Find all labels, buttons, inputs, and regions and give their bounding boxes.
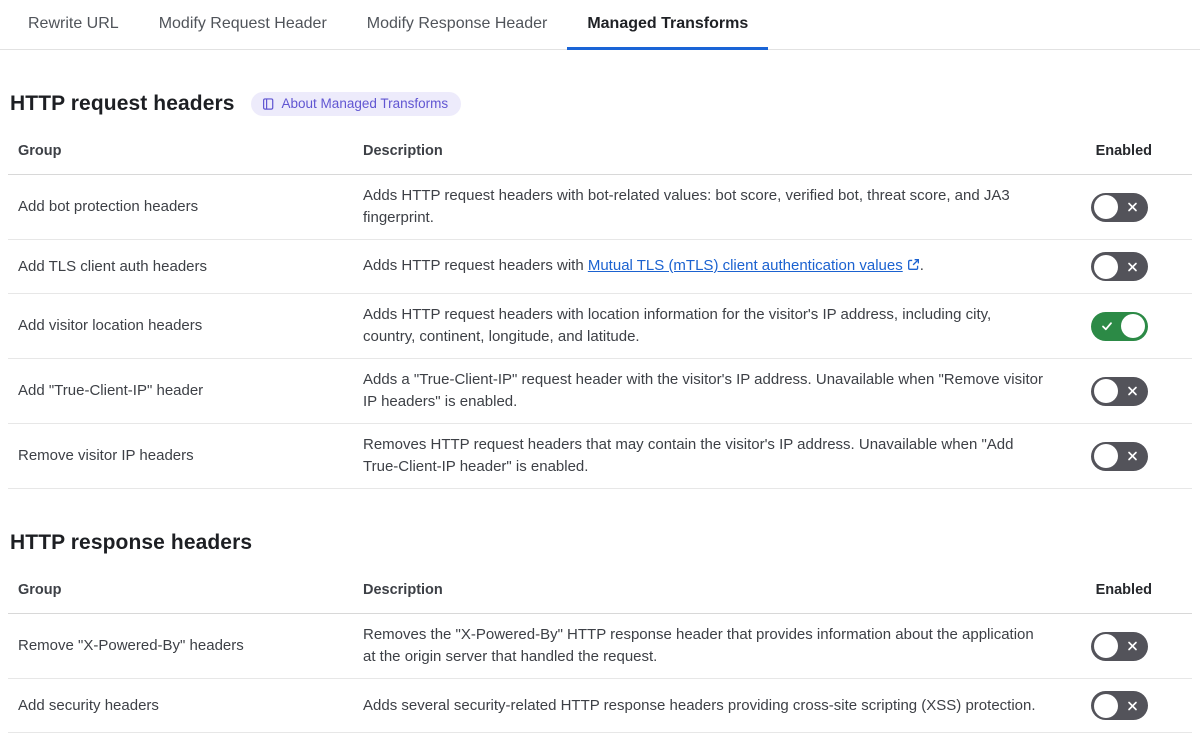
group-cell: Add TLS client auth headers — [18, 257, 208, 275]
toggle-add-tls-client-auth-headers[interactable] — [1091, 252, 1148, 281]
about-managed-transforms-link[interactable]: About Managed Transforms — [250, 92, 462, 116]
description-cell: Adds HTTP request headers with Mutual TL… — [363, 245, 1043, 288]
table-row: Add security headers Adds several securi… — [8, 679, 1192, 733]
group-cell: Add "True-Client-IP" header — [18, 382, 204, 399]
description-cell: Adds HTTP request headers with bot-relat… — [363, 187, 1010, 226]
x-icon — [1127, 451, 1138, 462]
toggle-add-visitor-location-headers[interactable] — [1091, 311, 1148, 341]
table-row: Add "True-Client-IP" header Adds a "True… — [8, 359, 1192, 424]
response-headers-table: Group Description Enabled Remove "X-Powe… — [8, 573, 1192, 733]
tab-modify-request-header[interactable]: Modify Request Header — [139, 0, 347, 50]
toggle-remove-x-powered-by-headers[interactable] — [1091, 631, 1148, 661]
x-icon — [1127, 386, 1138, 397]
table-row: Remove "X-Powered-By" headers Removes th… — [8, 614, 1192, 679]
book-icon — [261, 97, 275, 111]
table-header-row: Group Description Enabled — [8, 134, 1192, 175]
toggle-knob — [1094, 254, 1118, 279]
column-header-description: Description — [363, 143, 443, 159]
column-header-enabled: Enabled — [1095, 143, 1152, 159]
group-cell: Add bot protection headers — [18, 198, 199, 215]
check-icon — [1101, 320, 1113, 332]
toggle-knob — [1094, 693, 1118, 718]
description-cell: Removes the "X-Powered-By" HTTP response… — [363, 626, 1034, 665]
response-section-header: HTTP response headers — [8, 531, 1192, 555]
tab-rewrite-url[interactable]: Rewrite URL — [8, 0, 139, 50]
toggle-add-bot-protection-headers[interactable] — [1091, 192, 1148, 222]
column-header-group: Group — [18, 582, 62, 598]
tab-modify-response-header[interactable]: Modify Response Header — [347, 0, 568, 50]
request-section-title: HTTP request headers — [10, 92, 235, 115]
toggle-add-security-headers[interactable] — [1091, 691, 1148, 720]
group-cell: Add security headers — [18, 696, 159, 714]
external-link-icon — [907, 256, 920, 278]
tab-managed-transforms[interactable]: Managed Transforms — [567, 0, 769, 50]
tab-bar: Rewrite URL Modify Request Header Modify… — [0, 0, 1200, 50]
about-badge-label: About Managed Transforms — [281, 96, 449, 112]
toggle-remove-visitor-ip-headers[interactable] — [1091, 441, 1148, 471]
table-row: Remove visitor IP headers Removes HTTP r… — [8, 424, 1192, 489]
table-row: Add bot protection headers Adds HTTP req… — [8, 175, 1192, 240]
x-icon — [1127, 261, 1138, 272]
description-cell: Adds a "True-Client-IP" request header w… — [363, 371, 1043, 410]
column-header-group: Group — [18, 143, 62, 159]
request-section-header: HTTP request headers About Managed Trans… — [8, 92, 1192, 116]
description-cell: Adds HTTP request headers with location … — [363, 306, 992, 345]
response-section-title: HTTP response headers — [10, 531, 253, 554]
description-text: . — [919, 257, 924, 274]
toggle-knob — [1094, 444, 1118, 468]
x-icon — [1127, 202, 1138, 213]
group-cell: Remove visitor IP headers — [18, 447, 194, 464]
group-cell: Add visitor location headers — [18, 317, 203, 334]
column-header-description: Description — [363, 582, 443, 598]
table-header-row: Group Description Enabled — [8, 573, 1192, 614]
toggle-knob — [1094, 379, 1118, 403]
page-content: HTTP request headers About Managed Trans… — [0, 92, 1200, 733]
x-icon — [1127, 700, 1138, 711]
table-row: Add visitor location headers Adds HTTP r… — [8, 294, 1192, 359]
toggle-knob — [1121, 314, 1145, 338]
toggle-add-true-client-ip-header[interactable] — [1091, 376, 1148, 406]
request-headers-table: Group Description Enabled Add bot protec… — [8, 134, 1192, 489]
toggle-knob — [1094, 634, 1118, 658]
mtls-client-auth-link[interactable]: Mutual TLS (mTLS) client authentication … — [588, 257, 903, 274]
description-text: Adds HTTP request headers with — [363, 257, 588, 274]
group-cell: Remove "X-Powered-By" headers — [18, 637, 244, 654]
managed-transforms-page: Rewrite URL Modify Request Header Modify… — [0, 0, 1200, 742]
description-cell: Removes HTTP request headers that may co… — [363, 436, 1014, 475]
x-icon — [1127, 641, 1138, 652]
column-header-enabled: Enabled — [1095, 582, 1152, 598]
table-row: Add TLS client auth headers Adds HTTP re… — [8, 240, 1192, 294]
description-cell: Adds several security-related HTTP respo… — [363, 696, 1036, 714]
toggle-knob — [1094, 195, 1118, 219]
